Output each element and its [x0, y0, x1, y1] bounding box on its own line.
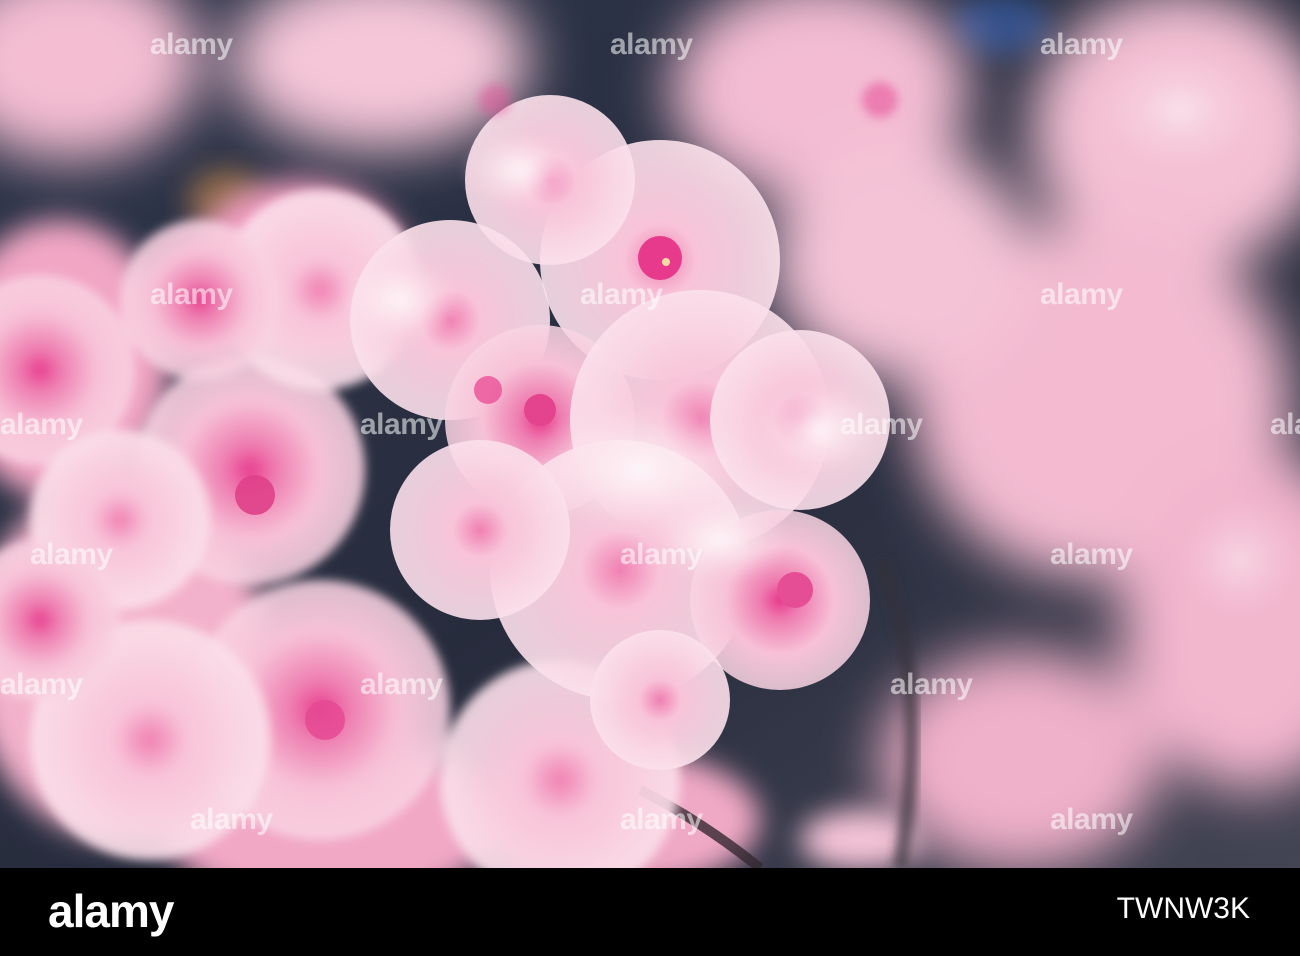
alamy-logo: alamy	[48, 885, 174, 937]
image-id: TWNW3K	[1116, 892, 1250, 925]
watermark: alamy	[150, 278, 233, 311]
blossom-illustration	[0, 0, 1300, 868]
stock-photo-page: alamy alamy alamy alamy alamy alamy alam…	[0, 0, 1300, 956]
watermark: alamy	[1040, 278, 1123, 311]
watermark: alamy	[840, 408, 923, 441]
watermark: alamy	[1050, 538, 1133, 571]
watermark: alamy	[360, 668, 443, 701]
watermark: alamy	[620, 803, 703, 836]
watermark: alamy	[1040, 28, 1123, 61]
watermark: alamy	[580, 278, 663, 311]
watermark: alamy	[1050, 803, 1133, 836]
watermark: alamy	[1270, 408, 1300, 441]
blossom-photo: alamy alamy alamy alamy alamy alamy alam…	[0, 0, 1300, 868]
watermark: alamy	[0, 668, 83, 701]
watermark: alamy	[360, 408, 443, 441]
watermark: alamy	[890, 668, 973, 701]
watermark: alamy	[620, 538, 703, 571]
watermark: alamy	[0, 408, 83, 441]
watermark: alamy	[150, 28, 233, 61]
watermark: alamy	[30, 538, 113, 571]
watermark: alamy	[190, 803, 273, 836]
watermark: alamy	[610, 28, 693, 61]
footer-bar: alamy TWNW3K	[0, 868, 1300, 956]
